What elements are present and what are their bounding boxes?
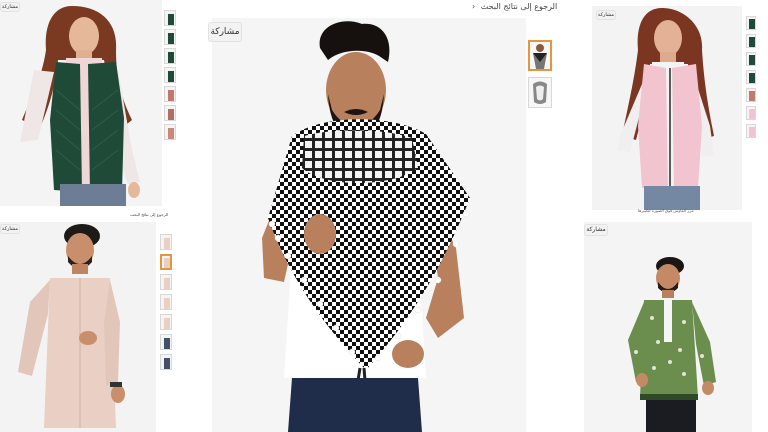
thumbnail-green-vest-5[interactable] bbox=[164, 86, 176, 102]
zoom-hint-caption: مرر الماوس فوق الصورة لتكبيرها bbox=[638, 208, 694, 213]
share-button[interactable]: مشاركة bbox=[208, 22, 242, 42]
thumbnail-strip bbox=[164, 10, 176, 143]
thumbnail-beige-shirt-5[interactable] bbox=[160, 314, 172, 330]
product-photo-green-jacket[interactable] bbox=[584, 222, 752, 432]
man-shemagh-figure bbox=[262, 21, 470, 432]
scarf-folded-icon bbox=[533, 81, 547, 104]
man-beige-shirt-figure bbox=[18, 224, 125, 428]
bottom-right-product-panel: مشاركة bbox=[580, 222, 768, 432]
thumbnail-pink-vest-5[interactable] bbox=[746, 88, 756, 102]
thumbnail-green-vest-7[interactable] bbox=[164, 124, 176, 140]
thumbnail-beige-shirt-1[interactable] bbox=[160, 234, 172, 250]
man-green-jacket-figure bbox=[628, 257, 716, 432]
thumbnail-beige-shirt-4[interactable] bbox=[160, 294, 172, 310]
woman-pink-vest-figure bbox=[618, 8, 714, 210]
thumbnail-green-vest-6[interactable] bbox=[164, 105, 176, 121]
thumbnail-pink-vest-4[interactable] bbox=[746, 70, 756, 84]
back-to-results-link[interactable]: الرجوع إلى نتائج البحث ‹ bbox=[472, 2, 557, 11]
chevron-left-icon: ‹ bbox=[472, 2, 476, 11]
product-photo-beige-shirt[interactable] bbox=[0, 222, 156, 432]
thumbnail-beige-shirt-7[interactable] bbox=[160, 354, 172, 370]
thumbnail-green-vest-4[interactable] bbox=[164, 67, 176, 83]
thumbnail-beige-shirt-2[interactable] bbox=[160, 254, 172, 270]
thumbnail-green-vest-2[interactable] bbox=[164, 29, 176, 45]
thumbnail-strip bbox=[160, 234, 172, 374]
share-button[interactable]: مشاركة bbox=[0, 2, 20, 12]
shemagh-model-icon bbox=[533, 44, 547, 69]
thumbnail-green-vest-3[interactable] bbox=[164, 48, 176, 64]
thumbnail-pink-vest-2[interactable] bbox=[746, 34, 756, 48]
top-left-product-panel: مشاركة bbox=[0, 0, 180, 208]
thumbnail-strip bbox=[528, 40, 552, 108]
share-button[interactable]: مشاركة bbox=[584, 224, 608, 236]
product-photo-green-vest[interactable] bbox=[0, 0, 162, 206]
thumbnail-pink-vest-7[interactable] bbox=[746, 124, 756, 138]
back-to-results-link[interactable]: الرجوع إلى نتائج البحث bbox=[130, 212, 168, 217]
main-product-panel: الرجوع إلى نتائج البحث ‹ مشاركة bbox=[200, 0, 562, 432]
share-button[interactable]: مشاركة bbox=[0, 224, 20, 234]
back-link-text: الرجوع إلى نتائج البحث bbox=[480, 2, 558, 11]
thumbnail-pink-vest-6[interactable] bbox=[746, 106, 756, 120]
thumbnail-scarf-folded[interactable] bbox=[528, 77, 552, 108]
thumbnail-strip bbox=[746, 16, 756, 142]
thumbnail-green-vest-1[interactable] bbox=[164, 10, 176, 26]
product-photo-pink-vest[interactable] bbox=[592, 6, 742, 210]
thumbnail-pink-vest-3[interactable] bbox=[746, 52, 756, 66]
thumbnail-beige-shirt-3[interactable] bbox=[160, 274, 172, 290]
woman-green-vest-figure bbox=[20, 6, 140, 206]
share-button[interactable]: مشاركة bbox=[596, 10, 616, 20]
thumbnail-shemagh-model[interactable] bbox=[528, 40, 552, 71]
thumbnail-beige-shirt-6[interactable] bbox=[160, 334, 172, 350]
top-right-product-panel: مرر الماوس فوق الصورة لتكبيرها مشاركة bbox=[590, 0, 768, 222]
product-photo-shemagh[interactable] bbox=[212, 18, 526, 432]
bottom-left-product-panel: الرجوع إلى نتائج البحث مشاركة bbox=[0, 212, 176, 432]
thumbnail-pink-vest-1[interactable] bbox=[746, 16, 756, 30]
